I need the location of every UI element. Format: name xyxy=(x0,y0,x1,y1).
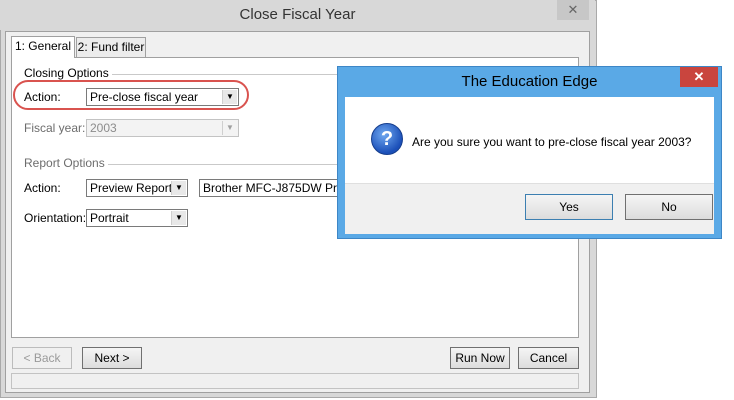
report-action-value: Preview Report xyxy=(90,181,173,195)
orientation-value: Portrait xyxy=(90,211,129,225)
main-window-title: Close Fiscal Year xyxy=(239,6,356,23)
back-button[interactable]: < Back xyxy=(12,347,72,369)
status-bar xyxy=(11,373,579,389)
close-icon: ✕ xyxy=(693,69,705,84)
dialog-close-button[interactable]: ✕ xyxy=(680,67,718,87)
question-icon: ? xyxy=(371,123,403,155)
closing-options-group-label: Closing Options xyxy=(24,66,109,80)
fiscal-year-label: Fiscal year: xyxy=(24,121,86,135)
fiscal-year-dropdown[interactable]: 2003 ▼ xyxy=(86,119,239,137)
action-highlight-annotation xyxy=(13,80,249,110)
dialog-title: The Education Edge xyxy=(461,73,598,90)
orientation-dropdown[interactable]: Portrait ▼ xyxy=(86,209,188,227)
next-button[interactable]: Next > xyxy=(82,347,142,369)
chevron-down-icon[interactable]: ▼ xyxy=(222,121,237,135)
orientation-label: Orientation: xyxy=(24,211,87,225)
yes-button[interactable]: Yes xyxy=(525,194,613,220)
main-close-button[interactable]: ✕ xyxy=(557,0,589,20)
no-button[interactable]: No xyxy=(625,194,713,220)
fiscal-year-value: 2003 xyxy=(90,121,117,135)
close-icon: ✕ xyxy=(567,2,579,17)
tab-general[interactable]: 1: General xyxy=(11,36,75,58)
cancel-button[interactable]: Cancel xyxy=(518,347,579,369)
chevron-down-icon[interactable]: ▼ xyxy=(171,211,186,225)
chevron-down-icon[interactable]: ▼ xyxy=(171,181,186,195)
printer-dropdown[interactable]: Brother MFC-J875DW Printer xyxy=(199,179,339,197)
main-title-bar[interactable]: Close Fiscal Year ✕ xyxy=(0,0,595,30)
printer-value: Brother MFC-J875DW Printer xyxy=(203,181,339,195)
report-action-label: Action: xyxy=(24,181,61,195)
dialog-body: ? Are you sure you want to pre-close fis… xyxy=(345,97,714,234)
dialog-message: Are you sure you want to pre-close fisca… xyxy=(412,135,692,149)
run-now-button[interactable]: Run Now xyxy=(450,347,510,369)
report-action-dropdown[interactable]: Preview Report ▼ xyxy=(86,179,188,197)
tab-fund-filter[interactable]: 2: Fund filter xyxy=(76,37,146,57)
report-options-group-label: Report Options xyxy=(24,156,105,170)
confirmation-dialog: The Education Edge ✕ ? Are you sure you … xyxy=(337,66,722,239)
